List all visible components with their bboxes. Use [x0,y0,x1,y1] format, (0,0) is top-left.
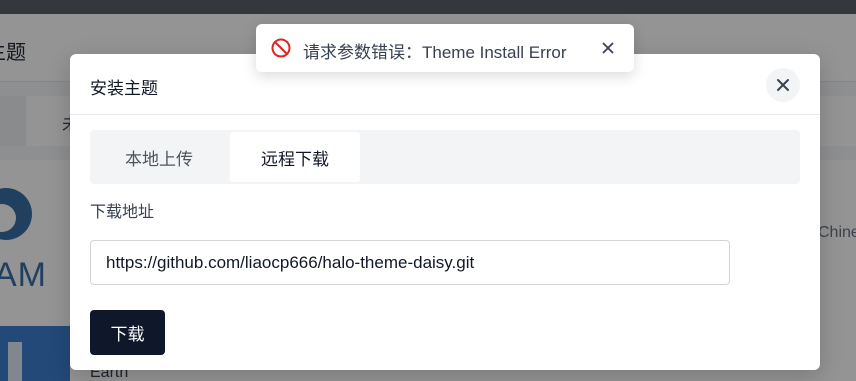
modal-title: 安装主题 [90,79,158,98]
install-theme-modal: 安装主题 本地上传 远程下载 下载地址 下载 [70,54,820,370]
toast-message: 请求参数错误：Theme Install Error [303,43,567,62]
upload-method-tabs: 本地上传 远程下载 [90,130,800,184]
close-icon [602,42,614,54]
tab-local-upload[interactable]: 本地上传 [94,132,224,182]
close-icon [777,79,789,91]
error-toast: 请求参数错误：Theme Install Error [256,24,634,72]
download-button[interactable]: 下载 [90,310,165,355]
download-url-label: 下载地址 [90,204,155,221]
block-icon [271,38,291,58]
modal-close-button[interactable] [766,68,800,102]
tab-remote-download[interactable]: 远程下载 [230,132,360,182]
toast-close-button[interactable] [596,36,620,60]
download-url-input[interactable] [90,240,730,285]
